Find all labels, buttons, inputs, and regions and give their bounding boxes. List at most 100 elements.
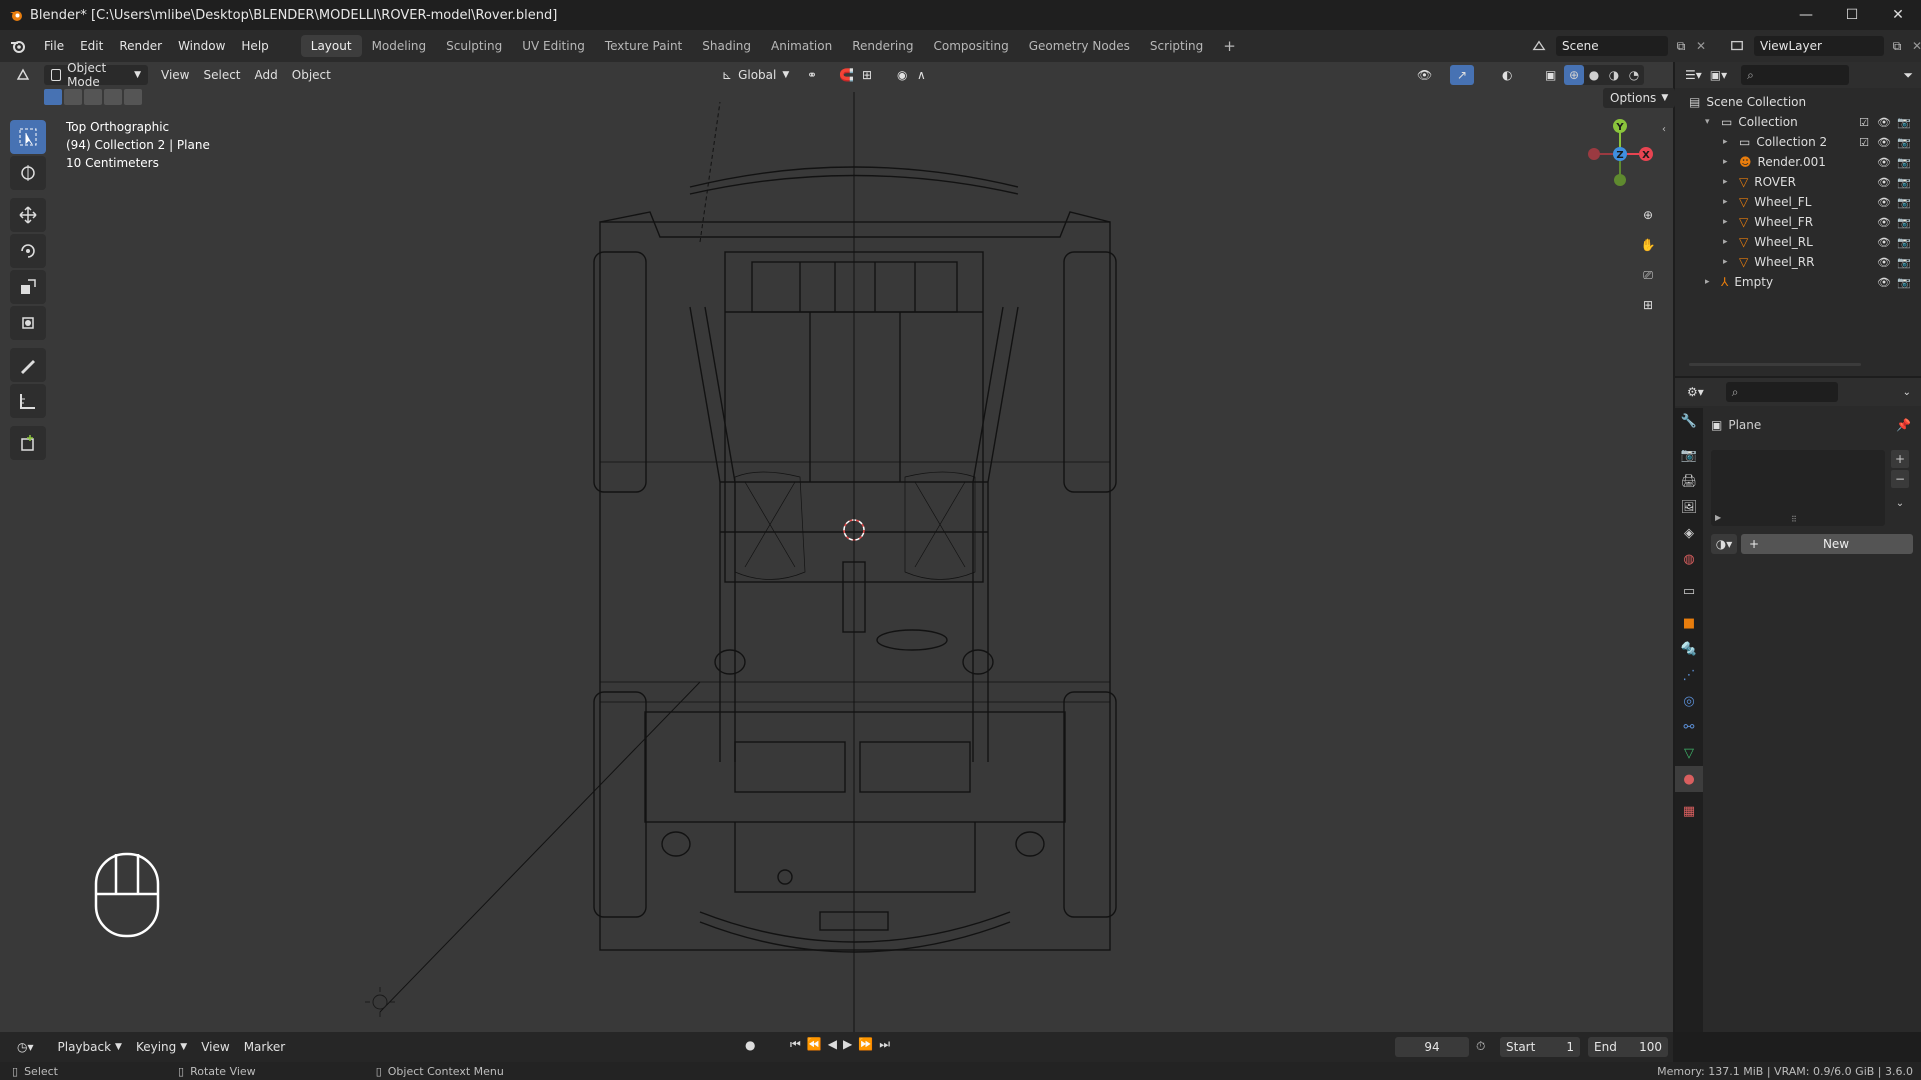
camera-render-icon[interactable]: 📷 xyxy=(1897,175,1911,189)
outliner-item[interactable]: ▸ ▽ ROVER 👁 📷 xyxy=(1675,172,1921,192)
camera-render-icon[interactable]: 📷 xyxy=(1897,195,1911,209)
menu-render[interactable]: Render xyxy=(111,39,170,53)
rotate-tool[interactable] xyxy=(10,234,46,268)
outliner-search-input[interactable]: ⌕ xyxy=(1741,65,1850,85)
navigation-gizmo[interactable]: Y Z X xyxy=(1580,114,1660,194)
new-material-button[interactable]: + New xyxy=(1741,534,1913,554)
timeline-editor-icon[interactable]: ◷▾ xyxy=(10,1037,41,1057)
tab-scene-icon[interactable]: ◈ xyxy=(1675,520,1703,546)
outliner-scrollbar[interactable] xyxy=(1689,363,1861,366)
tab-uv-editing[interactable]: UV Editing xyxy=(512,35,595,57)
camera-render-icon[interactable]: 📷 xyxy=(1897,215,1911,229)
jump-start-icon[interactable]: ⏮ xyxy=(790,1037,801,1052)
display-mode-icon[interactable]: ▣▾ xyxy=(1710,68,1727,82)
chevron-down-icon[interactable]: ⌄ xyxy=(1903,387,1911,398)
scale-tool[interactable] xyxy=(10,270,46,304)
eye-icon[interactable]: 👁 xyxy=(1877,115,1891,129)
resize-handle-icon[interactable]: ⠿ xyxy=(1791,515,1797,524)
next-keyframe-icon[interactable]: ⏩ xyxy=(858,1037,873,1052)
expand-arrow-icon[interactable]: ▸ xyxy=(1723,137,1731,147)
eye-icon[interactable]: 👁 xyxy=(1877,235,1891,249)
viewport-menu-view[interactable]: View xyxy=(154,65,196,85)
expand-arrow-icon[interactable]: ▾ xyxy=(1705,117,1713,127)
expand-arrow-icon[interactable]: ▸ xyxy=(1723,217,1731,227)
tab-animation[interactable]: Animation xyxy=(761,35,842,57)
orientation-dropdown[interactable]: ⊾ Global ▼ xyxy=(715,65,796,85)
camera-render-icon[interactable]: 📷 xyxy=(1897,275,1911,289)
pin-icon[interactable]: 📌 xyxy=(1896,418,1911,432)
add-slot-icon[interactable]: + xyxy=(1891,450,1909,468)
camera-render-icon[interactable]: 📷 xyxy=(1897,155,1911,169)
camera-render-icon[interactable]: 📷 xyxy=(1897,235,1911,249)
eye-icon[interactable]: 👁 xyxy=(1877,215,1891,229)
viewport-menu-add[interactable]: Add xyxy=(248,65,285,85)
tab-modifiers-icon[interactable]: 🔩 xyxy=(1675,636,1703,662)
expand-arrow-icon[interactable]: ▸ xyxy=(1723,157,1731,167)
tab-particles-icon[interactable]: ⋰ xyxy=(1675,662,1703,688)
tab-geometry-nodes[interactable]: Geometry Nodes xyxy=(1019,35,1140,57)
tab-texture-icon[interactable]: ▦ xyxy=(1675,798,1703,824)
eye-icon[interactable]: 👁 xyxy=(1877,135,1891,149)
viewport-menu-select[interactable]: Select xyxy=(196,65,247,85)
snap-target-icon[interactable]: ⊞ xyxy=(855,65,879,85)
gizmo-toggle-icon[interactable]: ↗ xyxy=(1450,65,1475,85)
tab-texture-paint[interactable]: Texture Paint xyxy=(595,35,692,57)
tab-collection-icon[interactable]: ▭ xyxy=(1675,578,1703,604)
close-button[interactable]: ✕ xyxy=(1875,0,1921,30)
camera-render-icon[interactable]: 📷 xyxy=(1897,115,1911,129)
timeline-menu-keying[interactable]: Keying ▼ xyxy=(129,1037,194,1057)
transform-tool[interactable] xyxy=(10,306,46,340)
wireframe-shading-icon[interactable]: ⊕ xyxy=(1564,65,1584,85)
pan-hand-icon[interactable]: ✋ xyxy=(1636,234,1660,256)
filter-icon[interactable]: ⏷ xyxy=(1903,68,1913,83)
slot-specials-icon[interactable]: ⌄ xyxy=(1891,494,1909,512)
stopwatch-icon[interactable]: ⏱ xyxy=(1476,1039,1485,1054)
scene-field[interactable]: Scene xyxy=(1556,36,1668,56)
outliner-scene-collection[interactable]: ▤ Scene Collection xyxy=(1675,92,1921,112)
minimize-button[interactable]: — xyxy=(1783,0,1829,30)
outliner-item[interactable]: ▾ ▭ Collection ☑ 👁 📷 xyxy=(1675,112,1921,132)
sidebar-toggle-icon[interactable]: ‹ xyxy=(1662,124,1666,135)
visibility-icon[interactable]: 👁 xyxy=(1410,65,1439,85)
outliner-item[interactable]: ▸ ▽ Wheel_RL 👁 📷 xyxy=(1675,232,1921,252)
scene-browse-icon[interactable] xyxy=(1526,36,1552,56)
overlays-icon[interactable]: ◐ xyxy=(1495,65,1519,85)
expand-arrow-icon[interactable]: ▸ xyxy=(1723,257,1731,267)
current-frame-field[interactable]: 94 xyxy=(1395,1037,1469,1057)
expand-arrow-icon[interactable]: ▸ xyxy=(1723,237,1731,247)
tab-compositing[interactable]: Compositing xyxy=(923,35,1018,57)
tab-tool-icon[interactable]: 🔧 xyxy=(1675,408,1703,434)
tab-constraints-icon[interactable]: ⚯ xyxy=(1675,714,1703,740)
expand-icon[interactable]: ▶ xyxy=(1715,513,1721,522)
tab-modeling[interactable]: Modeling xyxy=(362,35,437,57)
grid-perspective-icon[interactable]: ⊞ xyxy=(1636,294,1660,316)
3d-viewport[interactable]: Object Mode ▼ View Select Add Object ⊾ G… xyxy=(0,61,1676,1032)
timeline-menu-playback[interactable]: Playback ▼ xyxy=(51,1037,129,1057)
move-tool[interactable] xyxy=(10,198,46,232)
viewport-menu-object[interactable]: Object xyxy=(285,65,338,85)
tab-data-icon[interactable]: ▽ xyxy=(1675,740,1703,766)
outliner-item[interactable]: ▸ ▽ Wheel_RR 👁 📷 xyxy=(1675,252,1921,272)
maximize-button[interactable]: ☐ xyxy=(1829,0,1875,30)
tab-scripting[interactable]: Scripting xyxy=(1140,35,1213,57)
viewlayer-browse-icon[interactable] xyxy=(1724,36,1750,56)
pivot-point-icon[interactable]: ⚭ xyxy=(800,65,824,85)
outliner-item[interactable]: ▸ ☻ Render.001 👁 📷 xyxy=(1675,152,1921,172)
menu-window[interactable]: Window xyxy=(170,39,233,53)
end-frame-field[interactable]: End 100 xyxy=(1588,1037,1668,1057)
eye-icon[interactable]: 👁 xyxy=(1877,255,1891,269)
record-icon[interactable]: ● xyxy=(745,1038,755,1052)
camera-render-icon[interactable]: 📷 xyxy=(1897,135,1911,149)
viewlayer-field[interactable]: ViewLayer xyxy=(1754,36,1884,56)
camera-render-icon[interactable]: 📷 xyxy=(1897,255,1911,269)
rendered-shading-icon[interactable]: ◔ xyxy=(1624,65,1644,85)
start-frame-field[interactable]: Start 1 xyxy=(1500,1037,1580,1057)
tab-view-layer-icon[interactable]: 🖼 xyxy=(1675,494,1703,520)
timeline-menu-view[interactable]: View xyxy=(194,1037,236,1057)
camera-icon[interactable]: ⎚ xyxy=(1636,264,1660,286)
options-dropdown[interactable]: Options ▼ xyxy=(1603,88,1676,108)
prev-keyframe-icon[interactable]: ⏪ xyxy=(807,1037,822,1052)
tab-shading[interactable]: Shading xyxy=(692,35,761,57)
remove-scene-icon[interactable]: ✕ xyxy=(1694,39,1708,53)
select-invert-icon[interactable] xyxy=(104,89,122,105)
